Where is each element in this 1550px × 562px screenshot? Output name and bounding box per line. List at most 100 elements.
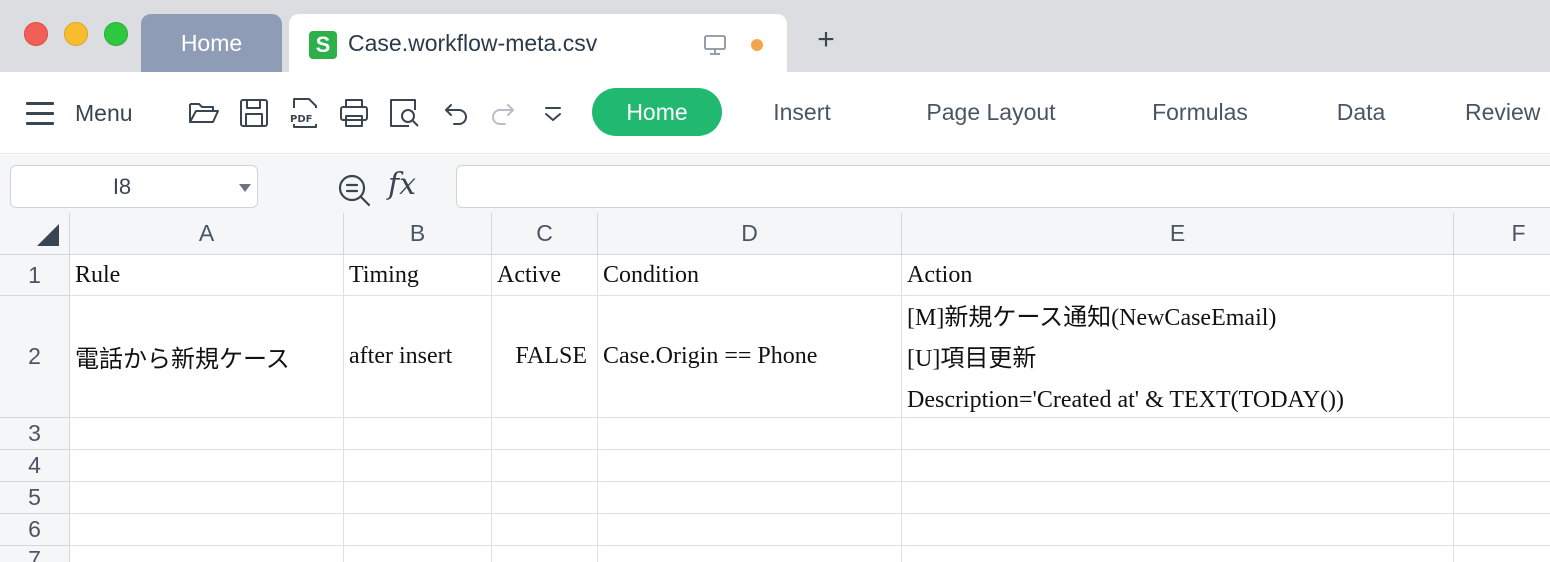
ribbon-tab-insert-label: Insert (773, 98, 831, 125)
cell-c6[interactable] (492, 514, 598, 546)
cell-e1[interactable]: Action (902, 255, 1454, 296)
cell-b3[interactable] (344, 418, 492, 450)
cell-d2[interactable]: Case.Origin == Phone (598, 296, 902, 418)
cell-b1[interactable]: Timing (344, 255, 492, 296)
cell-c5[interactable] (492, 482, 598, 514)
column-header-c[interactable]: C (492, 213, 598, 255)
column-header-e[interactable]: E (902, 213, 1454, 255)
ribbon-tab-data-label: Data (1336, 98, 1386, 125)
cell-a1[interactable]: Rule (70, 255, 344, 296)
ribbon-tab-page-layout[interactable]: Page Layout (900, 88, 1082, 136)
monitor-icon[interactable] (703, 34, 727, 56)
row-header-6[interactable]: 6 (0, 514, 70, 546)
cell-f3[interactable] (1454, 418, 1550, 450)
cell-f6[interactable] (1454, 514, 1550, 546)
window-close-button[interactable] (24, 22, 48, 46)
cell-a4[interactable] (70, 450, 344, 482)
cell-f1[interactable] (1454, 255, 1550, 296)
ribbon-tab-formulas[interactable]: Formulas (1130, 88, 1270, 136)
row-header-3[interactable]: 3 (0, 418, 70, 450)
cell-b6[interactable] (344, 514, 492, 546)
tab-home[interactable]: Home (141, 14, 282, 72)
title-bar: Home S Case.workflow-meta.csv + (0, 0, 1550, 72)
save-icon[interactable] (237, 96, 271, 130)
cell-c4[interactable] (492, 450, 598, 482)
menu-label: Menu (75, 99, 133, 126)
cell-a5[interactable] (70, 482, 344, 514)
toolbar: Menu PDF Home Insert Page Layout Formula… (0, 72, 1550, 154)
undo-icon[interactable] (438, 96, 472, 130)
cell-c2[interactable]: FALSE (492, 296, 598, 418)
cell-a7[interactable] (70, 546, 344, 562)
cell-d7[interactable] (598, 546, 902, 562)
cell-d4[interactable] (598, 450, 902, 482)
cell-d1[interactable]: Condition (598, 255, 902, 296)
column-header-a[interactable]: A (70, 213, 344, 255)
unsaved-indicator (751, 39, 763, 51)
select-all-icon (37, 224, 59, 246)
new-tab-button[interactable]: + (812, 25, 840, 55)
ribbon-tab-review[interactable]: Review (1450, 88, 1550, 136)
cell-c3[interactable] (492, 418, 598, 450)
formula-input[interactable] (456, 165, 1550, 208)
ribbon-tab-page-layout-label: Page Layout (926, 98, 1056, 125)
cell-e7[interactable] (902, 546, 1454, 562)
cell-e6[interactable] (902, 514, 1454, 546)
row-header-5[interactable]: 5 (0, 482, 70, 514)
print-icon[interactable] (337, 96, 371, 130)
cell-c1[interactable]: Active (492, 255, 598, 296)
tab-home-label: Home (180, 29, 243, 56)
row-header-7[interactable]: 7 (0, 546, 70, 562)
ribbon-tab-insert[interactable]: Insert (752, 88, 852, 136)
column-header-d[interactable]: D (598, 213, 902, 255)
folder-open-icon[interactable] (187, 96, 221, 130)
formula-bar: I8 fx (0, 155, 1550, 213)
name-box[interactable]: I8 (10, 165, 258, 208)
cell-e2[interactable]: [M]新規ケース通知(NewCaseEmail) [U]項目更新 Descrip… (902, 296, 1454, 418)
ribbon-tab-review-label: Review (1465, 98, 1541, 125)
print-preview-icon[interactable] (387, 96, 421, 130)
cell-a2[interactable]: 電話から新規ケース (70, 296, 344, 418)
spreadsheet-icon: S (309, 31, 337, 59)
ribbon-tab-data[interactable]: Data (1318, 88, 1404, 136)
row-header-2[interactable]: 2 (0, 296, 70, 418)
cell-f5[interactable] (1454, 482, 1550, 514)
redo-icon[interactable] (487, 96, 521, 130)
column-header-f[interactable]: F (1454, 213, 1550, 255)
name-box-value: I8 (112, 174, 132, 199)
window-minimize-button[interactable] (64, 22, 88, 46)
cell-c7[interactable] (492, 546, 598, 562)
cell-f2[interactable] (1454, 296, 1550, 418)
pdf-export-icon[interactable]: PDF (288, 96, 322, 130)
row-header-1[interactable]: 1 (0, 255, 70, 296)
menu-button[interactable]: Menu (26, 98, 133, 128)
cell-e4[interactable] (902, 450, 1454, 482)
cell-d3[interactable] (598, 418, 902, 450)
cell-f7[interactable] (1454, 546, 1550, 562)
cell-a6[interactable] (70, 514, 344, 546)
fx-icon[interactable]: fx (388, 167, 416, 202)
cell-b7[interactable] (344, 546, 492, 562)
more-dropdown-icon[interactable] (536, 96, 570, 130)
cell-e2-line: [U]項目更新 (907, 346, 1037, 372)
ribbon-tab-formulas-label: Formulas (1152, 98, 1248, 125)
chevron-down-icon[interactable] (239, 184, 251, 192)
column-header-b[interactable]: B (344, 213, 492, 255)
cell-b5[interactable] (344, 482, 492, 514)
cell-f4[interactable] (1454, 450, 1550, 482)
window-maximize-button[interactable] (104, 22, 128, 46)
cell-a3[interactable] (70, 418, 344, 450)
cell-e3[interactable] (902, 418, 1454, 450)
select-all-corner[interactable] (0, 213, 70, 255)
ribbon-tab-home[interactable]: Home (592, 88, 722, 136)
cell-d6[interactable] (598, 514, 902, 546)
cell-b2[interactable]: after insert (344, 296, 492, 418)
cell-d5[interactable] (598, 482, 902, 514)
svg-text:PDF: PDF (290, 114, 312, 125)
zoom-formula-icon[interactable] (336, 172, 372, 208)
cell-b4[interactable] (344, 450, 492, 482)
ribbon-tab-home-label: Home (626, 98, 688, 125)
row-header-4[interactable]: 4 (0, 450, 70, 482)
cell-e5[interactable] (902, 482, 1454, 514)
tab-file[interactable]: S Case.workflow-meta.csv (289, 14, 787, 72)
